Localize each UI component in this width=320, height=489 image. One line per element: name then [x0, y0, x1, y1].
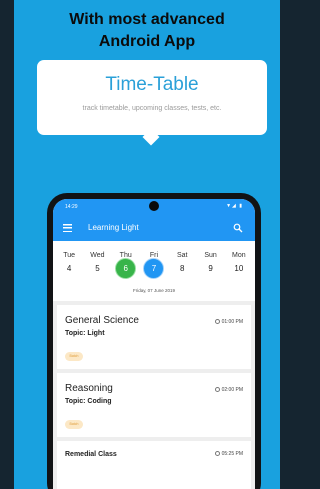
class-time: 01:00 PM [214, 319, 243, 325]
class-card[interactable]: Reasoning Topic: Coding 02:00 PM Batch [57, 373, 251, 437]
date-button[interactable]: 10 [228, 258, 249, 279]
class-card[interactable]: Remedial Class 05:25 PM [57, 441, 251, 489]
feature-title: Time-Table [105, 74, 199, 95]
menu-icon[interactable] [63, 224, 72, 232]
date-button[interactable]: 5 [87, 258, 108, 279]
headline-line-1: With most advanced [69, 11, 225, 28]
camera-notch [149, 201, 159, 211]
search-icon[interactable] [233, 223, 243, 233]
headline-line-2: Android App [98, 33, 196, 50]
class-time-text: 05:25 PM [221, 451, 243, 457]
week-calendar: Tue Wed Thu Fri Sat Sun Mon 4 5 6 7 8 9 … [53, 241, 255, 301]
phone-screen: 14:29 ▼◢ ▮ Learning Light Tue Wed Thu Fr… [53, 199, 255, 489]
class-topic: Topic: Light [65, 330, 105, 337]
class-time: 02:00 PM [214, 387, 243, 393]
date-button-today[interactable]: 6 [115, 258, 137, 279]
clock-icon [214, 451, 220, 456]
class-time-text: 02:00 PM [221, 387, 243, 393]
selected-date-label: Friday, 07 June 2019 [133, 288, 175, 293]
app-bar: Learning Light [53, 215, 255, 241]
date-button-selected[interactable]: 7 [143, 258, 165, 279]
class-time: 05:25 PM [214, 451, 243, 457]
date-button[interactable]: 4 [59, 258, 80, 279]
class-card[interactable]: General Science Topic: Light 01:00 PM Ba… [57, 305, 251, 369]
app-title: Learning Light [88, 223, 139, 232]
class-title: Reasoning [65, 383, 113, 394]
phone-mockup: 14:29 ▼◢ ▮ Learning Light Tue Wed Thu Fr… [47, 193, 261, 489]
batch-tag: Batch [65, 420, 83, 429]
batch-tag: Batch [65, 352, 83, 361]
calendar-dates: 4 5 6 7 8 9 10 [55, 258, 253, 279]
date-button[interactable]: 8 [172, 258, 193, 279]
clock-icon [214, 387, 220, 392]
class-topic: Topic: Coding [65, 398, 112, 405]
class-title: General Science [65, 315, 139, 326]
promo-panel: With most advanced Android App Time-Tabl… [14, 0, 280, 489]
date-button[interactable]: 9 [200, 258, 221, 279]
clock-icon [214, 319, 220, 324]
status-icons: ▼◢ ▮ [226, 203, 243, 209]
status-time: 14:29 [65, 204, 78, 210]
feature-subtitle: track timetable, upcoming classes, tests… [82, 105, 222, 112]
class-title: Remedial Class [65, 451, 117, 458]
feature-callout: Time-Table track timetable, upcoming cla… [37, 60, 267, 135]
class-time-text: 01:00 PM [221, 319, 243, 325]
